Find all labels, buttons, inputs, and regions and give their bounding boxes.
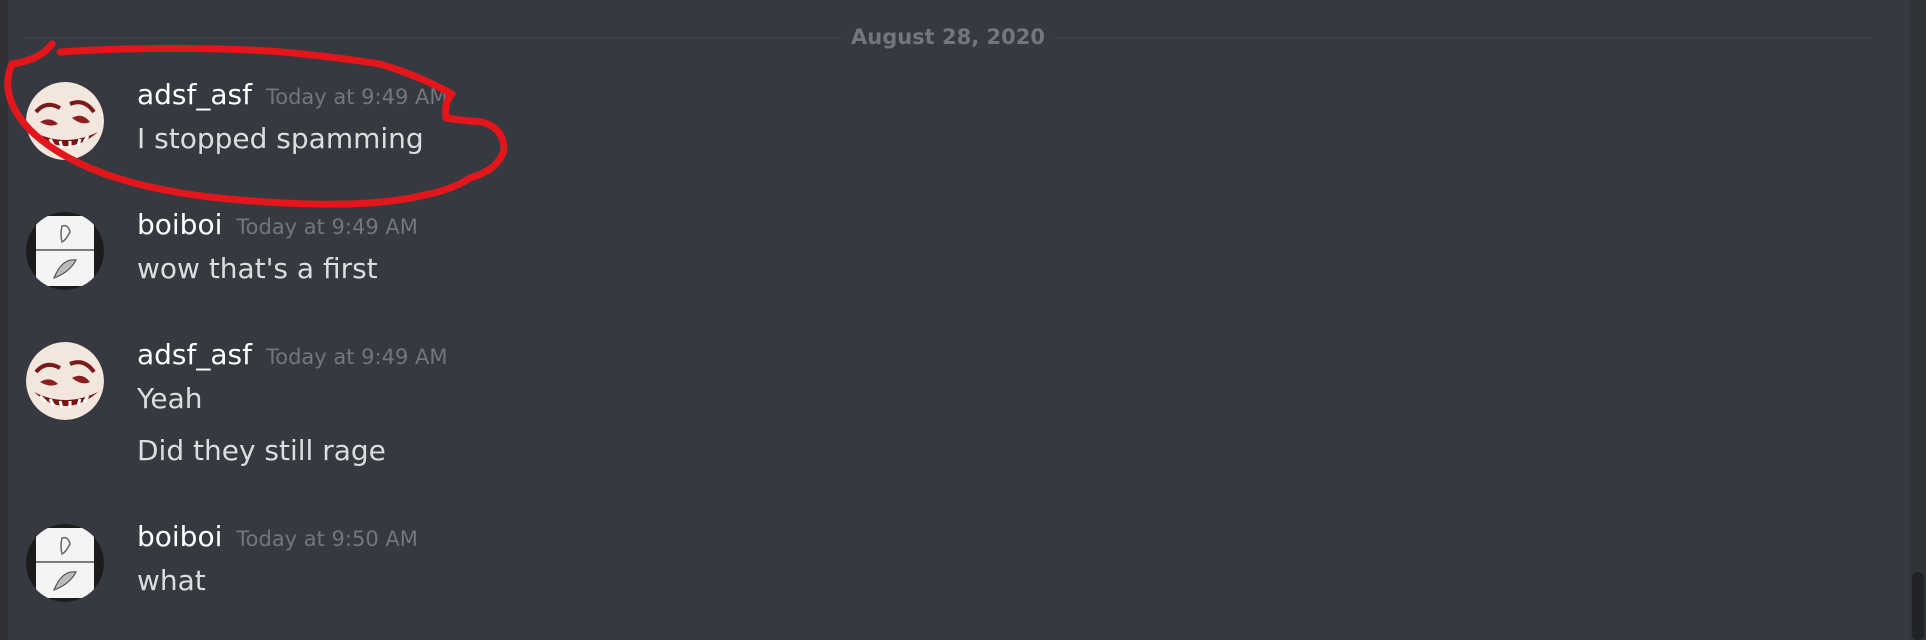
username[interactable]: adsf_asf: [137, 78, 252, 111]
timestamp: Today at 9:49 AM: [236, 215, 418, 239]
message-header: adsf_asf Today at 9:49 AM: [137, 78, 448, 111]
comic-sketch-avatar-icon: [26, 212, 104, 290]
scrollbar-thumb[interactable]: [1912, 572, 1924, 640]
message-text: what: [137, 564, 206, 597]
username[interactable]: boiboi: [137, 520, 222, 553]
comic-sketch-avatar-icon: [26, 524, 104, 602]
message-text: Yeah: [137, 382, 203, 415]
message-text: wow that's a first: [137, 252, 378, 285]
message-header: boiboi Today at 9:49 AM: [137, 208, 418, 241]
message-header: adsf_asf Today at 9:49 AM: [137, 338, 448, 371]
avatar[interactable]: [26, 82, 104, 160]
timestamp: Today at 9:49 AM: [265, 345, 448, 369]
message-text: I stopped spamming: [137, 122, 424, 155]
message-header: boiboi Today at 9:50 AM: [137, 520, 418, 553]
scrollbar[interactable]: [1910, 0, 1926, 640]
avatar[interactable]: [26, 524, 104, 602]
timestamp: Today at 9:50 AM: [236, 527, 418, 551]
avatar[interactable]: [26, 342, 104, 420]
timestamp: Today at 9:49 AM: [265, 85, 448, 109]
date-divider: August 28, 2020: [0, 24, 1896, 50]
trollface-avatar-icon: [26, 82, 104, 160]
message-text: Did they still rage: [137, 434, 386, 467]
username[interactable]: boiboi: [137, 208, 222, 241]
chat-window: August 28, 2020 adsf_asf Today at 9:49 AM…: [0, 0, 1926, 640]
avatar[interactable]: [26, 212, 104, 290]
date-divider-label: August 28, 2020: [841, 25, 1055, 49]
trollface-avatar-icon: [26, 342, 104, 420]
sidebar-edge: [0, 0, 8, 640]
username[interactable]: adsf_asf: [137, 338, 252, 371]
